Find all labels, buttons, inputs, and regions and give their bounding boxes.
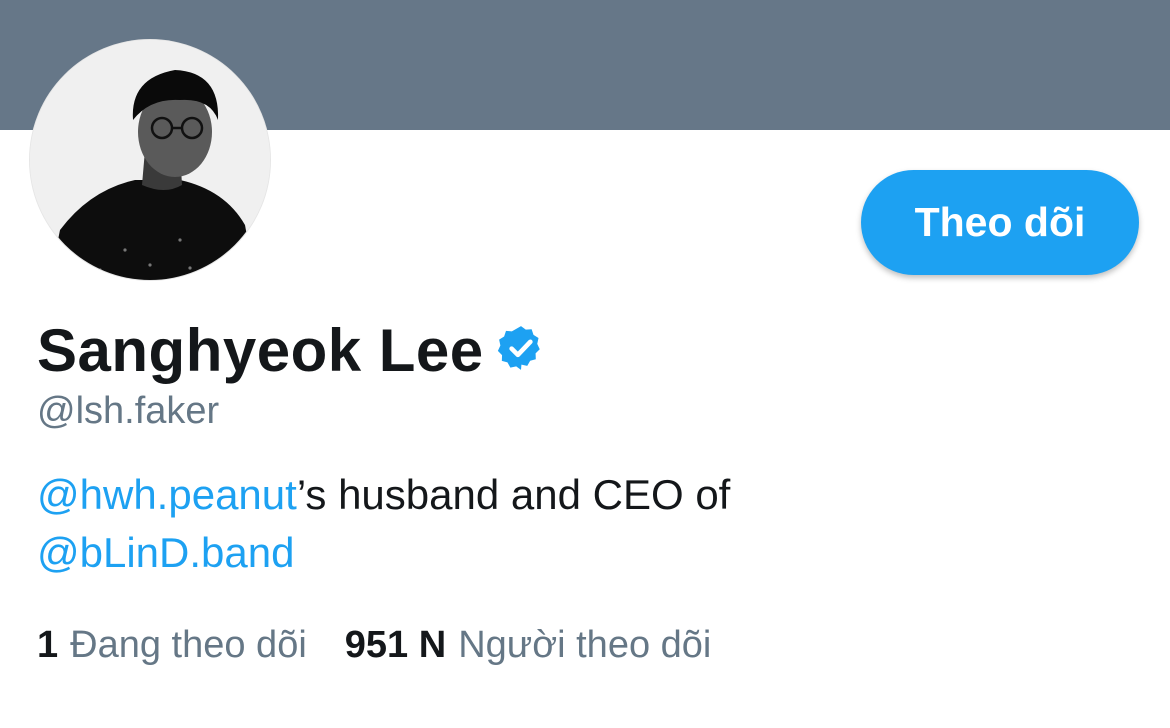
verified-badge-icon <box>497 325 540 370</box>
profile-handle: @lsh.faker <box>37 390 220 432</box>
followers-count: 951 N <box>344 624 447 666</box>
profile-stats: 1 Đang theo dõi 951 N Người theo dõi <box>37 624 711 667</box>
bio-mention-link[interactable]: @bLinD.band <box>37 529 294 576</box>
bio-text: ’s husband and CEO of <box>296 471 731 518</box>
following-stat[interactable]: 1 Đang theo dõi <box>37 624 307 667</box>
profile-bio: @hwh.peanut’s husband and CEO of @bLinD.… <box>37 466 1137 582</box>
following-label: Đang theo dõi <box>70 624 307 666</box>
bio-mention-link[interactable]: @hwh.peanut <box>37 471 297 518</box>
followers-label: Người theo dõi <box>458 624 712 666</box>
avatar[interactable] <box>30 40 270 280</box>
profile-name-row: Sanghyeok Lee <box>37 316 546 385</box>
following-count: 1 <box>37 624 59 666</box>
avatar-photo <box>30 40 270 280</box>
follow-button[interactable]: Theo dõi <box>861 170 1139 275</box>
display-name: Sanghyeok Lee <box>37 317 484 384</box>
followers-stat[interactable]: 951 N Người theo dõi <box>345 624 712 667</box>
